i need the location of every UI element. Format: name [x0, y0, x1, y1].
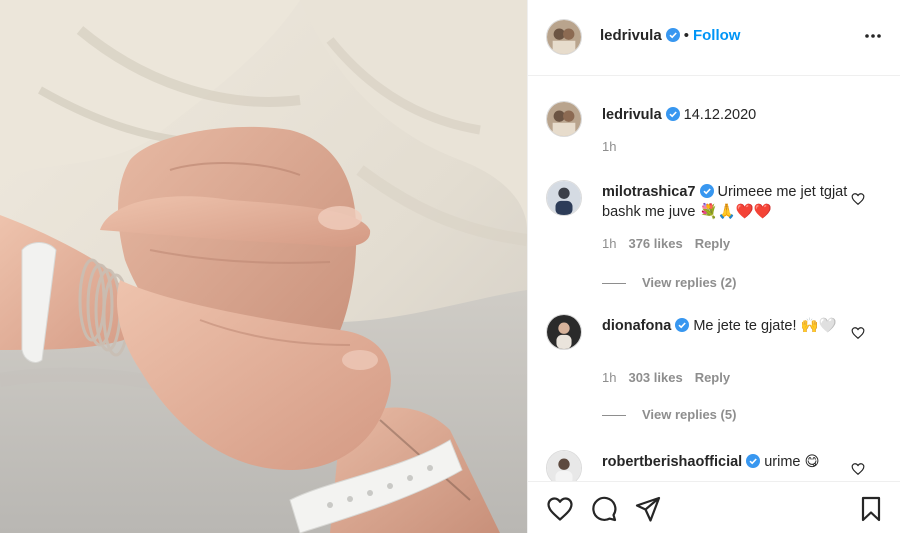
caption-username[interactable]: ledrivula: [602, 107, 662, 123]
view-replies-button[interactable]: View replies (5): [602, 407, 736, 422]
author-avatar[interactable]: [546, 19, 582, 55]
verified-badge-icon: [699, 184, 714, 198]
share-icon[interactable]: [634, 495, 662, 523]
post-side-panel: ledrivula • Follow ledrivula 14.12.2020 1h: [527, 0, 900, 533]
comment-text: robertberishaofficial urime 😋: [602, 452, 852, 472]
caption-meta: 1h: [602, 139, 628, 154]
verified-badge-icon: [746, 454, 761, 468]
view-replies-divider: [602, 415, 626, 417]
post-header: ledrivula • Follow: [528, 0, 900, 76]
verified-badge-icon: [675, 318, 690, 332]
comment-body: Me jete te gjate!: [693, 318, 797, 334]
comment-text: dionafona Me jete te gjate! 🙌🤍: [602, 316, 852, 336]
verified-badge-icon: [665, 28, 680, 42]
comment-like-heart-icon[interactable]: [851, 326, 865, 340]
comment-meta: 1h 376 likes Reply: [602, 236, 742, 251]
post-actions-bar: [528, 481, 900, 533]
comment-icon[interactable]: [590, 495, 618, 523]
post-photo[interactable]: [0, 0, 527, 533]
comment-like-heart-icon[interactable]: [851, 462, 865, 476]
reply-button[interactable]: Reply: [695, 370, 730, 385]
bookmark-icon[interactable]: [857, 495, 885, 523]
comment-time[interactable]: 1h: [602, 236, 616, 251]
comment-meta: 1h 303 likes Reply: [602, 370, 742, 385]
comment-username[interactable]: milotrashica7: [602, 184, 696, 200]
comment-like-heart-icon[interactable]: [851, 192, 865, 206]
comment-likes[interactable]: 376 likes: [628, 236, 682, 251]
author-line: ledrivula • Follow: [600, 27, 740, 45]
caption-text: ledrivula 14.12.2020: [602, 105, 852, 125]
comment-likes[interactable]: 303 likes: [628, 370, 682, 385]
verified-badge-icon: [665, 107, 680, 121]
view-replies-label: View replies (5): [642, 407, 737, 422]
comment-emojis: 💐🙏❤️❤️: [699, 204, 772, 220]
comment-emojis: 🙌🤍: [800, 318, 837, 334]
comment-emojis: 😋: [804, 454, 820, 470]
view-replies-divider: [602, 283, 626, 285]
comment-username[interactable]: robertberishaofficial: [602, 454, 742, 470]
comment-body: urime: [764, 454, 801, 470]
photo-holding-hands: [0, 0, 527, 533]
commenter-avatar[interactable]: [546, 314, 582, 350]
author-username[interactable]: ledrivula: [600, 27, 662, 44]
follow-button[interactable]: Follow: [693, 27, 741, 44]
view-replies-button[interactable]: View replies (2): [602, 275, 736, 290]
heart-icon[interactable]: [546, 495, 574, 523]
author-avatar[interactable]: [546, 101, 582, 137]
separator-dot: •: [683, 27, 689, 44]
caption-time[interactable]: 1h: [602, 139, 616, 154]
commenter-avatar[interactable]: [546, 450, 582, 481]
caption-body: 14.12.2020: [683, 107, 757, 123]
reply-button[interactable]: Reply: [695, 236, 730, 251]
more-options-icon[interactable]: [863, 26, 883, 46]
view-replies-label: View replies (2): [642, 275, 737, 290]
commenter-avatar[interactable]: [546, 180, 582, 216]
comments-section[interactable]: ledrivula 14.12.2020 1h milotrashica7 Ur…: [528, 77, 900, 481]
comment-username[interactable]: dionafona: [602, 318, 671, 334]
comment-time[interactable]: 1h: [602, 370, 616, 385]
comment-text: milotrashica7 Urimeee me jet tgjat bashk…: [602, 182, 852, 222]
